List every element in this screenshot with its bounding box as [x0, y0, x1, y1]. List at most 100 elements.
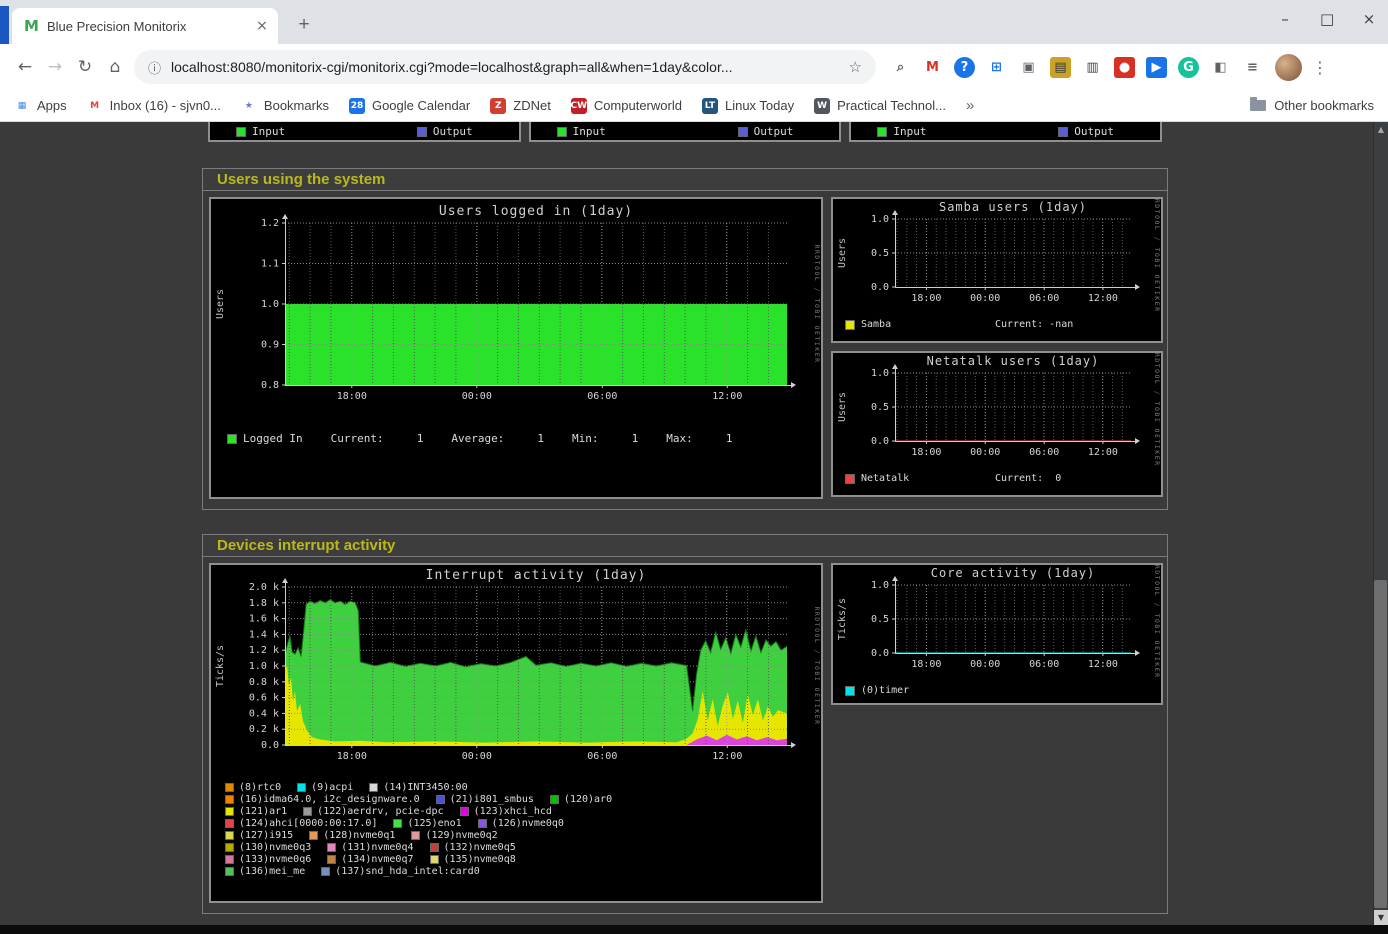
- netatalk-users-graph[interactable]: 0.00.51.018:0000:0006:0012:00Netatalk us…: [833, 353, 1161, 495]
- extension-icon[interactable]: M: [922, 57, 943, 78]
- svg-text:0.4 k: 0.4 k: [249, 708, 279, 719]
- svg-text:RRDTOOL / TOBI OETIKER: RRDTOOL / TOBI OETIKER: [813, 244, 821, 363]
- back-icon[interactable]: ←: [10, 52, 40, 82]
- svg-text:0.6 k: 0.6 k: [249, 693, 279, 704]
- close-button[interactable]: ×: [1362, 10, 1376, 28]
- users-logged-in-graph[interactable]: 0.80.91.01.11.218:0000:0006:0012:00Users…: [211, 199, 821, 497]
- core-activity-panel: 0.00.51.018:0000:0006:0012:00Core activi…: [831, 563, 1163, 705]
- reload-icon[interactable]: ↻: [70, 52, 100, 82]
- section-title-interrupts: Devices interrupt activity: [203, 535, 1167, 557]
- bookmark-item[interactable]: 28 Google Calendar: [349, 98, 470, 114]
- samba-users-graph[interactable]: 0.00.51.018:0000:0006:0012:00Samba users…: [833, 199, 1161, 341]
- svg-text:1.1: 1.1: [261, 259, 279, 270]
- browser-tab[interactable]: M Blue Precision Monitorix ×: [12, 8, 278, 44]
- url-text[interactable]: localhost:8080/monitorix-cgi/monitorix.c…: [171, 59, 839, 75]
- bookmark-item[interactable]: ▦ Apps: [14, 98, 67, 114]
- core-activity-graph[interactable]: 0.00.51.018:0000:0006:0012:00Core activi…: [833, 565, 1161, 703]
- browser-toolbar: ← → ↻ ⌂ ⓘ localhost:8080/monitorix-cgi/m…: [0, 44, 1388, 90]
- bookmark-item[interactable]: M Inbox (16) - sjvn0...: [87, 98, 221, 114]
- bookmark-item[interactable]: LT Linux Today: [702, 98, 794, 114]
- samba-users-panel: 0.00.51.018:0000:0006:0012:00Samba users…: [831, 197, 1163, 343]
- extension-icon[interactable]: ◧: [1210, 57, 1231, 78]
- bookmark-item[interactable]: ★ Bookmarks: [241, 98, 329, 114]
- output-label: Output: [1074, 125, 1114, 138]
- svg-text:1.2: 1.2: [261, 218, 279, 229]
- svg-text:1.0: 1.0: [871, 214, 889, 225]
- extension-icon[interactable]: ▶: [1146, 57, 1167, 78]
- tab-close-icon[interactable]: ×: [254, 18, 270, 34]
- extension-icon[interactable]: ≡: [1242, 57, 1263, 78]
- svg-text:12:00: 12:00: [1088, 659, 1118, 670]
- bookmark-label: Bookmarks: [264, 98, 329, 113]
- bookmark-favicon: 28: [349, 98, 365, 114]
- scroll-up-arrow[interactable]: ▲: [1374, 122, 1388, 137]
- extension-icon[interactable]: ⌕: [890, 57, 911, 78]
- bookmark-item[interactable]: Z ZDNet: [490, 98, 551, 114]
- minimize-button[interactable]: –: [1278, 10, 1292, 28]
- window-edge: [0, 6, 9, 44]
- bookmark-item[interactable]: CW Computerworld: [571, 98, 682, 114]
- forward-icon[interactable]: →: [40, 52, 70, 82]
- svg-text:12:00: 12:00: [1088, 447, 1118, 458]
- svg-text:Interrupt activity (1day): Interrupt activity (1day): [426, 568, 647, 583]
- other-bookmarks[interactable]: Other bookmarks: [1250, 98, 1374, 113]
- bookmark-favicon: Z: [490, 98, 506, 114]
- maximize-button[interactable]: □: [1320, 10, 1334, 28]
- browser-menu-icon[interactable]: ⋮: [1312, 58, 1328, 77]
- page-scrollbar[interactable]: ▲ ▼: [1373, 122, 1388, 925]
- svg-text:06:00: 06:00: [1029, 293, 1059, 304]
- tab-title: Blue Precision Monitorix: [47, 19, 246, 34]
- svg-text:Users: Users: [837, 238, 848, 268]
- extension-icon[interactable]: ?: [954, 57, 975, 78]
- cutoff-graph-panel[interactable]: Input Output: [849, 122, 1162, 142]
- cutoff-graph-panel[interactable]: Input Output: [208, 122, 521, 142]
- other-bookmarks-label: Other bookmarks: [1274, 98, 1374, 113]
- section-body-interrupts: 0.00.2 k0.4 k0.6 k0.8 k1.0 k1.2 k1.4 k1.…: [203, 557, 1167, 913]
- section-body-users: 0.80.91.01.11.218:0000:0006:0012:00Users…: [203, 191, 1167, 509]
- profile-avatar[interactable]: [1275, 54, 1302, 81]
- extension-icon[interactable]: G: [1178, 57, 1199, 78]
- page-info-icon[interactable]: ⓘ: [148, 58, 161, 77]
- output-swatch: [1058, 127, 1068, 137]
- extension-icon[interactable]: ⊞: [986, 57, 1007, 78]
- output-label: Output: [433, 125, 473, 138]
- scroll-down-arrow[interactable]: ▼: [1374, 910, 1388, 925]
- bookmark-star-icon[interactable]: ☆: [849, 58, 862, 76]
- svg-text:18:00: 18:00: [911, 447, 941, 458]
- new-tab-button[interactable]: +: [292, 13, 316, 37]
- svg-text:1.0: 1.0: [871, 368, 889, 379]
- bookmarks-overflow-chevron[interactable]: »: [966, 97, 974, 114]
- extension-icon[interactable]: ●: [1114, 57, 1135, 78]
- svg-text:18:00: 18:00: [337, 751, 367, 762]
- users-side-column: 0.00.51.018:0000:0006:0012:00Samba users…: [831, 197, 1163, 499]
- bookmark-label: Apps: [37, 98, 67, 113]
- svg-text:12:00: 12:00: [712, 751, 742, 762]
- extension-icons: ⌕ M ? ⊞ ▣ ▤ ▥ ● ▶ G ◧ ≡: [890, 57, 1263, 78]
- monitorix-content: Input Output Input Output Input Output: [202, 122, 1168, 914]
- bottom-strip: [0, 925, 1388, 934]
- interrupt-activity-graph[interactable]: 0.00.2 k0.4 k0.6 k0.8 k1.0 k1.2 k1.4 k1.…: [211, 565, 821, 901]
- svg-text:0.5: 0.5: [871, 402, 889, 413]
- address-bar[interactable]: ⓘ localhost:8080/monitorix-cgi/monitorix…: [134, 50, 876, 84]
- home-icon[interactable]: ⌂: [100, 52, 130, 82]
- input-label: Input: [573, 125, 606, 138]
- svg-text:Ticks/s: Ticks/s: [215, 645, 226, 687]
- svg-text:0.2 k: 0.2 k: [249, 724, 279, 735]
- svg-text:RRDTOOL / TOBI OETIKER: RRDTOOL / TOBI OETIKER: [1153, 199, 1161, 311]
- extension-icon[interactable]: ▤: [1050, 57, 1071, 78]
- svg-text:0.8 k: 0.8 k: [249, 677, 279, 688]
- bookmarks-bar: ▦ Apps M Inbox (16) - sjvn0... ★ Bookmar…: [0, 90, 1388, 122]
- svg-text:12:00: 12:00: [1088, 293, 1118, 304]
- previous-row-cutoff: Input Output Input Output Input Output: [202, 122, 1168, 142]
- input-label: Input: [893, 125, 926, 138]
- extension-icon[interactable]: ▥: [1082, 57, 1103, 78]
- svg-text:06:00: 06:00: [587, 391, 617, 402]
- interrupts-side-column: 0.00.51.018:0000:0006:0012:00Core activi…: [831, 563, 1163, 903]
- cutoff-graph-panel[interactable]: Input Output: [529, 122, 842, 142]
- extension-icon[interactable]: ▣: [1018, 57, 1039, 78]
- scrollbar-thumb[interactable]: [1374, 580, 1387, 908]
- svg-text:1.0 k: 1.0 k: [249, 661, 279, 672]
- svg-text:18:00: 18:00: [337, 391, 367, 402]
- bookmark-item[interactable]: W Practical Technol...: [814, 98, 946, 114]
- folder-icon: [1250, 100, 1266, 111]
